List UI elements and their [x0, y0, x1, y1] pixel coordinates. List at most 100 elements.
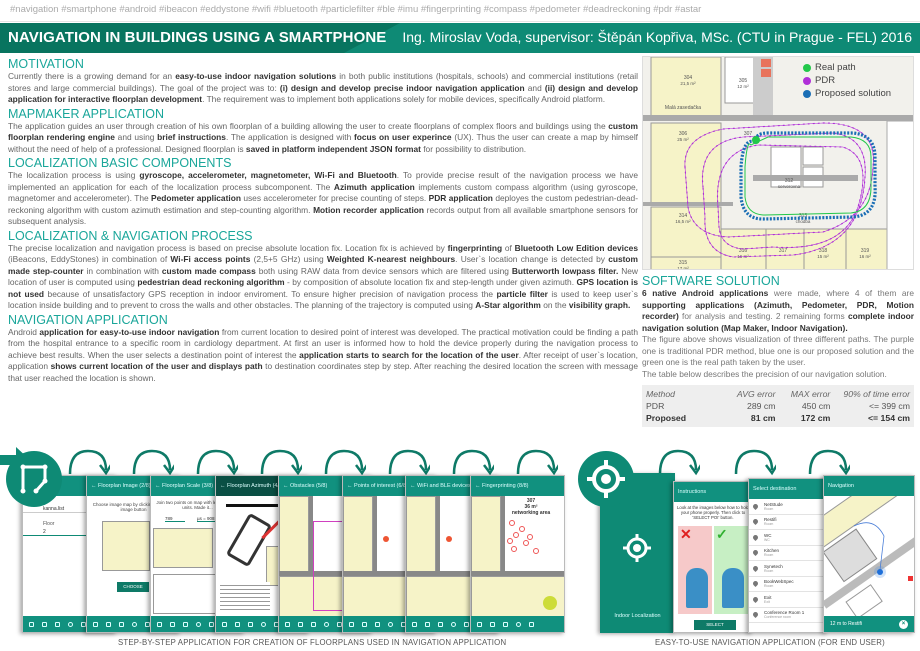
undo-icon[interactable]: [157, 621, 162, 627]
emphasis: application for easy-to-use indoor navig…: [39, 326, 220, 337]
curved-arrow: [132, 449, 177, 476]
screen-title: ← Fingerprinting (8/8): [475, 483, 529, 489]
emphasis: Bluetooth Low Edition devices: [514, 242, 638, 253]
results-table: Method AVG error MAX error 90% of time e…: [642, 385, 914, 427]
text-run: . The application is designed with: [225, 132, 354, 142]
stair-marker: [761, 59, 771, 67]
emphasis: Motion recorder application: [313, 204, 425, 215]
navigation-map: [824, 496, 914, 618]
destination-type: Room: [764, 506, 774, 511]
room-label: 16,5 m²: [675, 219, 691, 224]
redo-icon[interactable]: [235, 621, 240, 627]
section-paragraph: The localization process is using gyrosc…: [8, 170, 638, 228]
destination-list-item[interactable]: NetStude Room: [749, 499, 827, 515]
settings-icon[interactable]: [261, 621, 266, 627]
edit-icon[interactable]: [183, 621, 188, 627]
instructions-screen: Instructions Look at the images below how…: [673, 481, 753, 633]
select-destination-button[interactable]: SELECT DESTINATION: [694, 620, 736, 630]
settings-icon[interactable]: [132, 621, 137, 627]
settings-icon[interactable]: [324, 621, 329, 627]
screen-title: Select destination: [753, 486, 797, 492]
destination-text: Conference Room 1 Conference room: [764, 610, 804, 619]
legend-item: PDR: [803, 74, 891, 87]
text-column: MOTIVATION Currently there is a growing d…: [8, 56, 638, 384]
navigation-app-icon: [578, 451, 634, 507]
section-paragraph: Currently there is a growing demand for …: [8, 71, 638, 106]
undo-icon[interactable]: [29, 621, 34, 627]
destination-list-item[interactable]: Synetech Room: [749, 561, 827, 577]
floor-input[interactable]: 2: [23, 527, 93, 536]
destination-list-item[interactable]: WC WC: [749, 530, 827, 546]
fingerprint-marker: [509, 520, 515, 526]
close-icon[interactable]: ×: [899, 619, 908, 629]
map-pin-icon: [751, 564, 760, 572]
edit-icon[interactable]: [248, 621, 253, 627]
section-heading: MAPMAKER APPLICATION: [8, 106, 165, 121]
cell: 81 cm: [750, 413, 776, 423]
undo-icon[interactable]: [477, 621, 482, 627]
text-run: were made, where 4 of them are: [768, 288, 914, 298]
edit-icon[interactable]: [503, 621, 508, 627]
destination-type: Room: [764, 568, 774, 573]
undo-icon[interactable]: [412, 621, 417, 627]
header-method: Method: [646, 389, 675, 399]
redo-icon[interactable]: [42, 621, 47, 627]
edit-icon[interactable]: [311, 621, 316, 627]
destination-list-item[interactable]: Exit Exit: [749, 592, 827, 608]
results-row-proposed: Proposed 81 cm 172 cm <= 154 cm: [646, 412, 910, 424]
destination-list-item[interactable]: BookWebSpec Room: [749, 577, 827, 592]
choose-image-button[interactable]: CHOOSE IMAGE: [117, 582, 149, 599]
redo-icon[interactable]: [298, 621, 303, 627]
save-icon[interactable]: [464, 621, 469, 627]
section-paragraph: Android application for easy-to-use indo…: [8, 327, 638, 385]
map-pin-icon: [751, 502, 760, 510]
save-icon[interactable]: [209, 621, 214, 627]
floorplan-area: [153, 528, 213, 568]
section-heading: LOCALIZATION BASIC COMPONENTS: [8, 156, 232, 170]
redo-icon[interactable]: [490, 621, 495, 627]
undo-icon[interactable]: [349, 621, 354, 627]
navigation-caption: EASY-TO-USE NAVIGATION APPLICATION (FOR …: [655, 638, 885, 647]
emphasis: easy-to-use indoor navigation solutions: [175, 71, 337, 81]
edit-icon[interactable]: [375, 621, 380, 627]
cell: 289 cm: [747, 401, 776, 411]
settings-icon[interactable]: [388, 621, 393, 627]
destination-list-item[interactable]: Conference Room 1 Conference room: [749, 608, 827, 623]
room-label: 25 m²: [677, 137, 689, 142]
scale-value-input[interactable]: 789: [165, 516, 185, 522]
redo-icon[interactable]: [425, 621, 430, 627]
destination-list-item[interactable]: Restifi Room: [749, 515, 827, 530]
settings-icon[interactable]: [196, 621, 201, 627]
redo-icon[interactable]: [362, 621, 367, 627]
splash-app-name: Indoor Localization: [614, 613, 661, 619]
curved-arrow: [196, 449, 241, 476]
results-row-pdr: PDR 289 cm 450 cm <= 399 cm: [646, 400, 910, 412]
software-heading: SOFTWARE SOLUTION: [642, 274, 780, 288]
correct-icon: ✓: [716, 526, 728, 542]
add-fingerprint-button[interactable]: [543, 596, 557, 610]
redo-icon[interactable]: [106, 621, 111, 627]
section-heading: MOTIVATION: [8, 57, 84, 71]
mapmaker-caption: STEP-BY-STEP APPLICATION FOR CREATION OF…: [118, 638, 507, 647]
settings-icon[interactable]: [451, 621, 456, 627]
destination-text: Restifi Room: [764, 517, 777, 526]
text-run: . The requirement was to implement both …: [202, 94, 606, 104]
settings-icon[interactable]: [68, 621, 73, 627]
rotated-floorplan: [824, 496, 914, 618]
cell: 450 cm: [801, 401, 831, 411]
settings-icon[interactable]: [516, 621, 521, 627]
edit-icon[interactable]: [55, 621, 60, 627]
edit-icon[interactable]: [438, 621, 443, 627]
poster-author: Ing. Miroslav Voda, supervisor: Štěpán K…: [402, 29, 912, 45]
room-label: Malá zasedačka: [665, 105, 701, 111]
save-icon[interactable]: [529, 621, 534, 627]
destination-list-item[interactable]: Kitchen Room: [749, 546, 827, 561]
undo-icon[interactable]: [222, 621, 227, 627]
edit-icon[interactable]: [119, 621, 124, 627]
cell: <= 399 cm: [868, 401, 911, 411]
navigation-screen: Navigation 12 m to Restifi ×: [823, 475, 915, 633]
redo-icon[interactable]: [170, 621, 175, 627]
undo-icon[interactable]: [93, 621, 98, 627]
map-pin-icon: [751, 533, 760, 541]
undo-icon[interactable]: [285, 621, 290, 627]
